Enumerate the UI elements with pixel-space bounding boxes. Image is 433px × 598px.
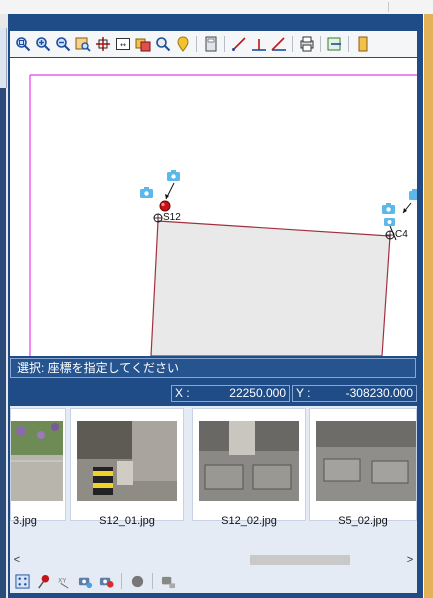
- left-panel-body: [0, 88, 6, 598]
- zoom-fit-icon[interactable]: [14, 36, 31, 53]
- toolbar-separator: [121, 573, 122, 589]
- print-icon[interactable]: [298, 36, 315, 53]
- selected-point-marker: [159, 200, 171, 212]
- toolbar-separator: [152, 573, 153, 589]
- toolbar-separator: [196, 36, 197, 52]
- y-coordinate-value: -308230.000: [345, 386, 413, 400]
- settings-icon[interactable]: [354, 36, 371, 53]
- map-toolbar: ↔: [10, 31, 417, 57]
- marker-icon[interactable]: [174, 36, 191, 53]
- map-drawing: [10, 58, 417, 356]
- x-coordinate-label: X :: [175, 386, 190, 400]
- toolbar-separator: [348, 36, 349, 52]
- x-coordinate-field: X : 22250.000: [171, 385, 290, 402]
- photo-image: [11, 421, 63, 501]
- perpendicular-icon[interactable]: [250, 36, 267, 53]
- toolbar-separator: [320, 36, 321, 52]
- photo-filename: S5_02.jpg: [338, 515, 388, 527]
- parcel-polygon: [150, 220, 391, 356]
- photo-filename: 3.jpg: [13, 515, 37, 527]
- scroll-right-button[interactable]: >: [403, 551, 417, 569]
- left-panel-header: [0, 28, 7, 88]
- layer-icon[interactable]: [134, 36, 151, 53]
- divider: [388, 2, 389, 12]
- left-panel-edge: [0, 14, 8, 598]
- pin-icon[interactable]: [35, 573, 51, 589]
- scroll-left-button[interactable]: <: [10, 551, 24, 569]
- angle-icon[interactable]: [270, 36, 287, 53]
- photo-toolbar: XY: [10, 569, 417, 593]
- x-coordinate-value: 22250.000: [229, 386, 286, 400]
- photo-filename: S12_02.jpg: [221, 515, 277, 527]
- record-icon[interactable]: [129, 573, 145, 589]
- photo-thumbnail-strip: 3.jpg S12_01.jpg S12_02.jpg S5_02.jpg: [10, 406, 417, 551]
- calculator-icon[interactable]: [202, 36, 219, 53]
- toolbar-separator: [224, 36, 225, 52]
- photo-image: [316, 421, 416, 501]
- status-message: 選択: 座標を指定してください: [10, 358, 416, 378]
- zoom-out-icon[interactable]: [54, 36, 71, 53]
- y-coordinate-label: Y :: [296, 386, 311, 400]
- photo-thumbnail[interactable]: S12_02.jpg: [192, 408, 306, 527]
- y-coordinate-field: Y : -308230.000: [292, 385, 417, 402]
- zoom-in-icon[interactable]: [34, 36, 51, 53]
- map-canvas[interactable]: S12 C4: [10, 58, 417, 356]
- point-label-c4: C4: [395, 229, 408, 240]
- scrollbar-thumb[interactable]: [250, 555, 350, 565]
- full-view-icon[interactable]: ↔: [114, 36, 131, 53]
- camera-link-icon[interactable]: [77, 573, 93, 589]
- toolbar-separator: [292, 36, 293, 52]
- window-top-strip: [0, 0, 433, 14]
- xy-icon[interactable]: XY: [56, 573, 72, 589]
- draw-line-icon[interactable]: [230, 36, 247, 53]
- svg-text:↔: ↔: [120, 41, 126, 49]
- export-icon[interactable]: [326, 36, 343, 53]
- coordinate-bar: X : 22250.000 Y : -308230.000: [10, 378, 417, 406]
- survey-point-s12: [153, 213, 163, 223]
- pan-icon[interactable]: [94, 36, 111, 53]
- camera-remove-icon[interactable]: [98, 573, 114, 589]
- zoom-window-icon[interactable]: [74, 36, 91, 53]
- photo-filename: S12_01.jpg: [99, 515, 155, 527]
- find-icon[interactable]: [154, 36, 171, 53]
- svg-text:XY: XY: [57, 576, 66, 584]
- camera-icon: [384, 218, 395, 226]
- camera-disabled-icon[interactable]: [160, 573, 176, 589]
- photo-thumbnail[interactable]: S12_01.jpg: [70, 408, 184, 527]
- thumbnail-scrollbar[interactable]: < >: [10, 551, 417, 569]
- photo-thumbnail[interactable]: 3.jpg: [10, 408, 66, 527]
- point-label-s12: S12: [163, 212, 181, 223]
- grid-icon[interactable]: [14, 573, 30, 589]
- photo-image: [199, 421, 299, 501]
- right-panel-edge: [424, 14, 433, 598]
- survey-point-c4: [385, 230, 395, 240]
- photo-image: [77, 421, 177, 501]
- photo-thumbnail[interactable]: S5_02.jpg: [309, 408, 417, 527]
